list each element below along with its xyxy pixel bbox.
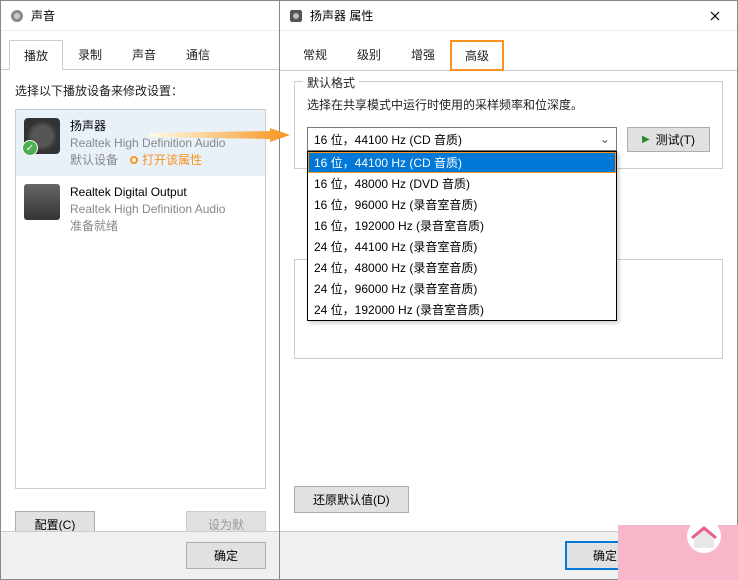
test-button[interactable]: ▶ 测试(T) [627, 127, 710, 152]
speaker-icon [9, 8, 25, 24]
device-status: 准备就绪 [70, 218, 257, 235]
tab-communications[interactable]: 通信 [171, 39, 225, 69]
combo-button[interactable]: 16 位，44100 Hz (CD 音质) ⌄ [307, 127, 617, 151]
digital-device-icon [24, 184, 60, 220]
combo-option[interactable]: 24 位，96000 Hz (录音室音质) [308, 278, 616, 299]
tab-general[interactable]: 常规 [288, 39, 342, 70]
titlebar: 声音 [1, 1, 280, 31]
tab-bar: 常规 级别 增强 高级 [280, 31, 737, 71]
combo-option[interactable]: 16 位，192000 Hz (录音室音质) [308, 215, 616, 236]
device-item-speakers[interactable]: ✓ 扬声器 Realtek High Definition Audio 默认设备… [16, 110, 265, 176]
speaker-icon [288, 8, 304, 24]
device-info: Realtek Digital Output Realtek High Defi… [70, 184, 257, 234]
sound-window: 声音 播放 录制 声音 通信 选择以下播放设备来修改设置： ✓ 扬声器 Real… [0, 0, 280, 580]
group-title: 默认格式 [303, 74, 359, 91]
content: 选择以下播放设备来修改设置： ✓ 扬声器 Realtek High Defini… [1, 70, 280, 501]
tab-playback[interactable]: 播放 [9, 40, 63, 70]
tab-enhancements[interactable]: 增强 [396, 39, 450, 70]
device-subtitle: Realtek High Definition Audio [70, 201, 257, 218]
instruction-text: 选择以下播放设备来修改设置： [15, 82, 266, 99]
play-icon: ▶ [642, 134, 650, 145]
annotation-dot-icon [130, 156, 138, 164]
close-button[interactable] [693, 1, 737, 31]
chevron-down-icon: ⌄ [600, 132, 610, 146]
tab-bar: 播放 录制 声音 通信 [1, 31, 280, 70]
speaker-properties-window: 扬声器 属性 常规 级别 增强 高级 默认格式 选择在共享模式中运行时使用的采样… [279, 0, 738, 580]
combo-option[interactable]: 16 位，44100 Hz (CD 音质) [308, 152, 616, 173]
restore-defaults-button[interactable]: 还原默认值(D) [294, 486, 409, 513]
combo-option[interactable]: 24 位，192000 Hz (录音室音质) [308, 299, 616, 320]
device-name: 扬声器 [70, 118, 257, 135]
device-list[interactable]: ✓ 扬声器 Realtek High Definition Audio 默认设备… [15, 109, 266, 489]
device-name: Realtek Digital Output [70, 184, 257, 201]
format-combo[interactable]: 16 位，44100 Hz (CD 音质) ⌄ 16 位，44100 Hz (C… [307, 127, 617, 151]
group-description: 选择在共享模式中运行时使用的采样频率和位深度。 [307, 96, 710, 113]
watermark-logo-icon [686, 518, 722, 554]
combo-option[interactable]: 16 位，48000 Hz (DVD 音质) [308, 173, 616, 194]
combo-option[interactable]: 16 位，96000 Hz (录音室音质) [308, 194, 616, 215]
tab-levels[interactable]: 级别 [342, 39, 396, 70]
speaker-device-icon: ✓ [24, 118, 60, 154]
combo-value: 16 位，44100 Hz (CD 音质) [314, 131, 462, 148]
default-format-group: 默认格式 选择在共享模式中运行时使用的采样频率和位深度。 16 位，44100 … [294, 81, 723, 169]
ok-button[interactable]: 确定 [186, 542, 266, 569]
annotation-open-props: 打开该属性 [130, 152, 202, 169]
tab-sounds[interactable]: 声音 [117, 39, 171, 69]
device-status: 默认设备 [70, 152, 118, 169]
window-title: 声音 [31, 7, 272, 24]
tab-advanced[interactable]: 高级 [450, 40, 504, 71]
reset-row: 还原默认值(D) [280, 486, 423, 523]
bottom-bar: 确定 [1, 531, 280, 579]
device-subtitle: Realtek High Definition Audio [70, 135, 257, 152]
combo-dropdown: 16 位，44100 Hz (CD 音质) 16 位，48000 Hz (DVD… [307, 151, 617, 321]
close-icon [710, 11, 720, 21]
device-item-digital[interactable]: Realtek Digital Output Realtek High Defi… [16, 176, 265, 242]
default-check-icon: ✓ [22, 140, 38, 156]
titlebar: 扬声器 属性 [280, 1, 737, 31]
tab-recording[interactable]: 录制 [63, 39, 117, 69]
combo-option[interactable]: 24 位，48000 Hz (录音室音质) [308, 257, 616, 278]
device-info: 扬声器 Realtek High Definition Audio 默认设备 打… [70, 118, 257, 168]
window-title: 扬声器 属性 [310, 7, 693, 24]
combo-option[interactable]: 24 位，44100 Hz (录音室音质) [308, 236, 616, 257]
